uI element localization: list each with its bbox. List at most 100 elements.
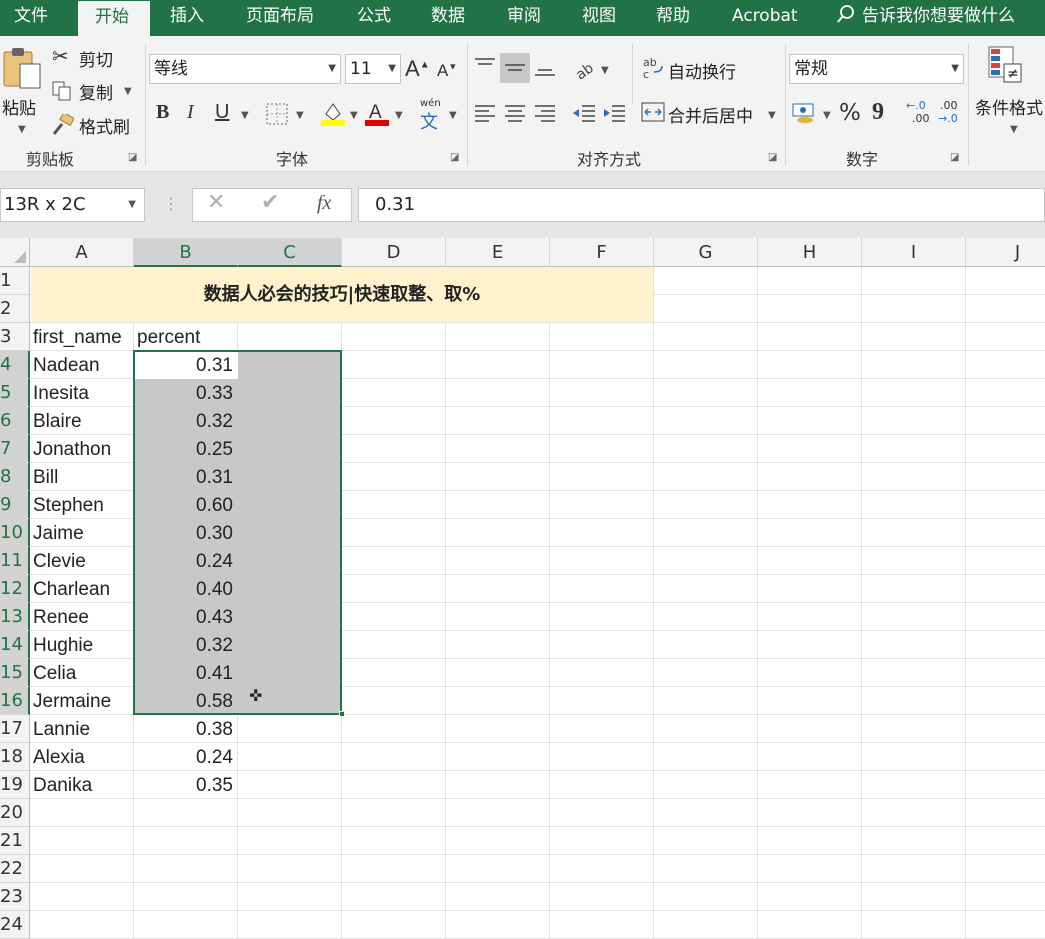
number-format-combo[interactable]: 常规 ▼ bbox=[789, 54, 964, 84]
column-label-cell[interactable]: first_name bbox=[30, 323, 133, 351]
grow-font-icon[interactable]: A▲ bbox=[405, 58, 430, 80]
bold-button[interactable]: B bbox=[156, 102, 169, 122]
row-header-13[interactable]: 13 bbox=[0, 603, 30, 631]
name-cell[interactable]: Blaire bbox=[30, 407, 133, 435]
select-all-corner[interactable] bbox=[0, 238, 30, 267]
enter-check-icon[interactable]: ✔ bbox=[261, 190, 279, 215]
row-header-20[interactable]: 20 bbox=[0, 799, 30, 827]
tab-view[interactable]: 视图 bbox=[582, 0, 616, 36]
row-header-21[interactable]: 21 bbox=[0, 827, 30, 855]
row-header-19[interactable]: 19 bbox=[0, 771, 30, 799]
column-header-g[interactable]: G bbox=[654, 238, 758, 267]
percent-cell[interactable]: 0.38 bbox=[134, 715, 237, 743]
align-middle-button[interactable] bbox=[500, 53, 530, 83]
name-cell[interactable]: Danika bbox=[30, 771, 133, 799]
percent-cell[interactable]: 0.35 bbox=[134, 771, 237, 799]
borders-icon[interactable] bbox=[266, 103, 288, 125]
name-cell[interactable]: Lannie bbox=[30, 715, 133, 743]
formula-input[interactable]: 0.31 bbox=[358, 188, 1045, 222]
shrink-font-icon[interactable]: A▼ bbox=[437, 62, 457, 79]
font-color-icon[interactable]: A bbox=[364, 100, 390, 126]
tab-review[interactable]: 审阅 bbox=[507, 0, 541, 36]
accounting-format-icon[interactable] bbox=[792, 101, 818, 125]
column-label-cell[interactable]: percent bbox=[134, 323, 237, 351]
comma-style-button[interactable]: 9 bbox=[872, 100, 884, 124]
column-header-d[interactable]: D bbox=[342, 238, 446, 267]
name-cell[interactable]: Jaime bbox=[30, 519, 133, 547]
align-left-icon[interactable] bbox=[473, 102, 497, 124]
tell-me-search[interactable]: 告诉我你想要做什么 bbox=[836, 0, 1015, 36]
tab-home[interactable]: 开始 bbox=[78, 1, 150, 36]
row-header-6[interactable]: 6 bbox=[0, 407, 30, 435]
row-header-24[interactable]: 24 bbox=[0, 911, 30, 939]
paste-dropdown-icon[interactable]: ▼ bbox=[18, 124, 26, 135]
name-cell[interactable]: Bill bbox=[30, 463, 133, 491]
name-cell[interactable]: Hughie bbox=[30, 631, 133, 659]
tab-page-layout[interactable]: 页面布局 bbox=[246, 0, 314, 36]
phonetic-guide-button[interactable]: wén 文 bbox=[418, 98, 446, 133]
fill-color-icon[interactable] bbox=[320, 100, 346, 126]
decrease-decimal-button[interactable]: .00 →.0 bbox=[936, 99, 966, 129]
name-cell[interactable]: Renee bbox=[30, 603, 133, 631]
align-top-icon[interactable] bbox=[473, 56, 497, 78]
tab-data[interactable]: 数据 bbox=[431, 0, 465, 36]
row-header-15[interactable]: 15 bbox=[0, 659, 30, 687]
name-cell[interactable]: Celia bbox=[30, 659, 133, 687]
align-bottom-icon[interactable] bbox=[533, 56, 557, 78]
phonetic-dropdown-icon[interactable]: ▼ bbox=[449, 110, 457, 121]
row-header-18[interactable]: 18 bbox=[0, 743, 30, 771]
tab-acrobat[interactable]: Acrobat bbox=[732, 0, 798, 36]
borders-dropdown-icon[interactable]: ▼ bbox=[296, 110, 304, 121]
merge-dropdown-icon[interactable]: ▼ bbox=[768, 110, 776, 121]
decrease-indent-icon[interactable] bbox=[571, 102, 597, 124]
column-header-i[interactable]: I bbox=[862, 238, 966, 267]
name-cell[interactable]: Alexia bbox=[30, 743, 133, 771]
row-header-22[interactable]: 22 bbox=[0, 855, 30, 883]
increase-indent-icon[interactable] bbox=[601, 102, 627, 124]
increase-decimal-button[interactable]: ←.0 .00 bbox=[904, 99, 934, 129]
name-cell[interactable]: Inesita bbox=[30, 379, 133, 407]
column-header-f[interactable]: F bbox=[550, 238, 654, 267]
tab-formulas[interactable]: 公式 bbox=[357, 0, 391, 36]
name-cell[interactable]: Jermaine bbox=[30, 687, 133, 715]
row-header-9[interactable]: 9 bbox=[0, 491, 30, 519]
row-header-14[interactable]: 14 bbox=[0, 631, 30, 659]
align-center-icon[interactable] bbox=[503, 102, 527, 124]
name-box[interactable]: 13R x 2C ▼ bbox=[0, 188, 145, 222]
row-header-11[interactable]: 11 bbox=[0, 547, 30, 575]
name-cell[interactable]: Nadean bbox=[30, 351, 133, 379]
cancel-icon[interactable]: ✕ bbox=[207, 190, 225, 215]
column-header-a[interactable]: A bbox=[30, 238, 134, 267]
font-launcher-icon[interactable]: ◪ bbox=[450, 152, 459, 163]
copy-dropdown-icon[interactable]: ▼ bbox=[124, 86, 132, 97]
clipboard-launcher-icon[interactable]: ◪ bbox=[128, 152, 137, 163]
font-color-dropdown-icon[interactable]: ▼ bbox=[395, 110, 403, 121]
fill-color-dropdown-icon[interactable]: ▼ bbox=[350, 110, 358, 121]
fill-handle[interactable] bbox=[339, 711, 345, 717]
underline-button[interactable]: U bbox=[215, 102, 229, 122]
column-header-c[interactable]: C bbox=[238, 238, 342, 267]
formula-bar-grip-icon[interactable]: ⋮ bbox=[163, 194, 179, 213]
column-header-b[interactable]: B bbox=[134, 238, 238, 267]
alignment-launcher-icon[interactable]: ◪ bbox=[768, 152, 777, 163]
percent-style-button[interactable]: % bbox=[839, 102, 861, 125]
name-cell[interactable]: Charlean bbox=[30, 575, 133, 603]
font-size-combo[interactable]: 11 ▼ bbox=[345, 54, 401, 84]
row-header-7[interactable]: 7 bbox=[0, 435, 30, 463]
copy-button[interactable]: 复制 ▼ bbox=[52, 79, 142, 105]
row-header-3[interactable]: 3 bbox=[0, 323, 30, 351]
format-painter-button[interactable]: 格式刷 bbox=[52, 113, 142, 139]
name-cell[interactable]: Jonathon bbox=[30, 435, 133, 463]
orientation-icon[interactable]: ab bbox=[574, 58, 598, 80]
accounting-dropdown-icon[interactable]: ▼ bbox=[823, 110, 831, 121]
row-header-5[interactable]: 5 bbox=[0, 379, 30, 407]
row-header-1[interactable]: 1 bbox=[0, 267, 30, 295]
tab-help[interactable]: 帮助 bbox=[656, 0, 690, 36]
row-header-4[interactable]: 4 bbox=[0, 351, 30, 379]
align-right-icon[interactable] bbox=[533, 102, 557, 124]
column-header-e[interactable]: E bbox=[446, 238, 550, 267]
row-header-2[interactable]: 2 bbox=[0, 295, 30, 323]
paste-button[interactable]: 粘贴 ▼ bbox=[0, 44, 46, 139]
italic-button[interactable]: I bbox=[187, 102, 194, 122]
row-header-17[interactable]: 17 bbox=[0, 715, 30, 743]
